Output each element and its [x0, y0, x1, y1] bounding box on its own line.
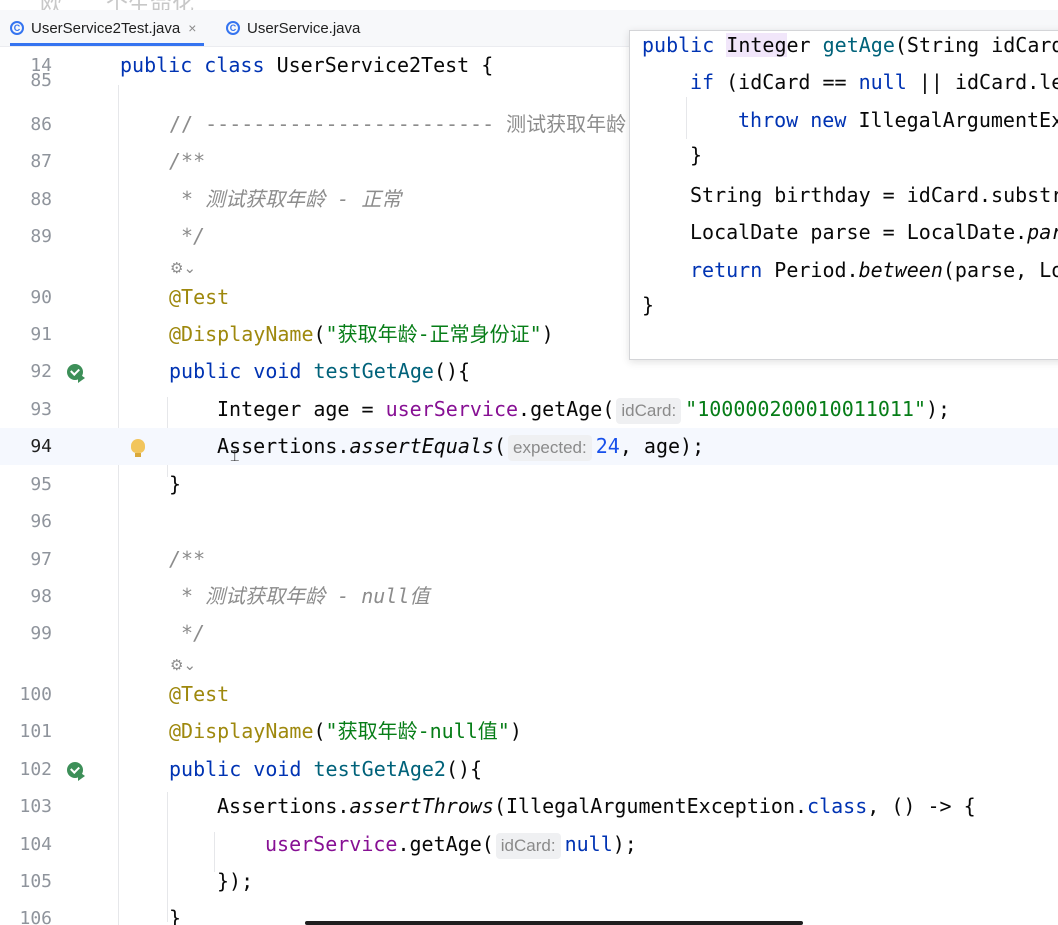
method-declaration: public void testGetAge(){ — [169, 359, 471, 383]
line-number: 92 — [30, 361, 52, 382]
top-strip-text-1: 欧 — [40, 0, 62, 10]
line-number: 89 — [30, 226, 52, 247]
run-test-icon[interactable] — [67, 762, 85, 781]
display-name-annotation: @DisplayName("获取年龄-null值") — [169, 719, 522, 743]
top-strip: 欧 个生命化 — [0, 0, 1058, 10]
run-test-icon[interactable] — [67, 364, 85, 383]
closing-brace: } — [169, 472, 182, 496]
annotation: @Test — [169, 682, 230, 706]
line-number: 93 — [30, 399, 52, 420]
quick-definition-popup[interactable]: public Integer getAge(String idCard if (… — [629, 30, 1058, 360]
tab-userservice2test[interactable]: C UserService2Test.java × — [10, 10, 205, 46]
line-number: 95 — [30, 474, 52, 495]
code-line: 101 @DisplayName("获取年龄-null值") — [0, 713, 1058, 750]
method-declaration: public void testGetAge2(){ — [169, 757, 483, 781]
popup-line: String birthday = idCard.substr — [690, 183, 1058, 207]
popup-line: } — [642, 293, 655, 317]
indent-guide — [686, 97, 687, 139]
text-cursor-icon: ⌶ — [230, 446, 240, 465]
popup-line: LocalDate parse = LocalDate.par — [690, 220, 1058, 244]
line-number: 105 — [19, 871, 52, 892]
doc-comment: /** — [169, 547, 206, 571]
line-number: 102 — [19, 759, 52, 780]
line-number: 101 — [19, 721, 52, 742]
code-line: 100 @Test — [0, 676, 1058, 713]
code-line: 105 }); — [0, 863, 1058, 900]
line-number: 103 — [19, 796, 52, 817]
java-test-class-icon: C — [10, 21, 24, 35]
lightbulb-icon[interactable] — [131, 439, 145, 457]
tab-userservice[interactable]: C UserService.java — [226, 10, 360, 46]
code-line: 93 Integer age = userService.getAge(idCa… — [0, 391, 1058, 428]
section-comment: // ------------------------ 测试获取年龄 — [169, 112, 627, 136]
line-number: 100 — [19, 684, 52, 705]
line-number: 87 — [30, 151, 52, 172]
closing-brace: }); — [217, 869, 254, 893]
parameter-hint: expected: — [508, 435, 592, 461]
popup-line: public Integer getAge(String idCard — [642, 33, 1058, 57]
popup-line: return Period.between(parse, Lo — [690, 258, 1058, 282]
statement: Assertions.assertEquals(expected: 24, age… — [217, 428, 704, 465]
line-number: 106 — [19, 908, 52, 925]
doc-comment: * 测试获取年龄 - 正常 — [181, 187, 402, 211]
top-strip-text-2: 个生命化 — [106, 0, 194, 10]
parameter-hint: idCard: — [616, 398, 682, 424]
close-icon[interactable]: × — [188, 20, 196, 36]
tab-label: UserService2Test.java — [31, 19, 181, 37]
line-number: 85 — [30, 70, 52, 90]
line-number: 86 — [30, 114, 52, 135]
display-name-annotation: @DisplayName("获取年龄-正常身份证") — [169, 322, 554, 346]
parameter-hint: idCard: — [495, 833, 561, 859]
code-line: 96 — [0, 503, 1058, 540]
line-number: 90 — [30, 287, 52, 308]
popup-line: throw new IllegalArgumentEx — [738, 108, 1058, 132]
code-line-current: 94 Assertions.assertEquals(expected: 24, … — [0, 428, 1058, 465]
popup-line: } — [690, 143, 703, 167]
line-number: 99 — [30, 623, 52, 644]
closing-brace: } — [169, 906, 182, 925]
code-line: 104 userService.getAge(idCard: null); — [0, 826, 1058, 863]
line-number: 91 — [30, 324, 52, 345]
code-line: 98 * 测试获取年龄 - null值 — [0, 578, 1058, 615]
code-line: 103 Assertions.assertThrows(IllegalArgum… — [0, 788, 1058, 825]
line-number: 98 — [30, 586, 52, 607]
statement: userService.getAge(idCard: null); — [265, 826, 637, 863]
doc-comment: * 测试获取年龄 - null值 — [181, 584, 430, 608]
statement: Assertions.assertThrows(IllegalArgumentE… — [217, 794, 976, 818]
tab-label: UserService.java — [247, 19, 361, 37]
java-class-icon: C — [226, 21, 240, 35]
line-number: 96 — [30, 511, 52, 532]
line-number: 94 — [30, 436, 52, 457]
statement: Integer age = userService.getAge(idCard:… — [217, 391, 950, 428]
code-line: 95 } — [0, 466, 1058, 503]
code-line: 97 /** — [0, 541, 1058, 578]
line-number: 88 — [30, 189, 52, 210]
line-number: 97 — [30, 549, 52, 570]
annotation: @Test — [169, 285, 230, 309]
popup-line: if (idCard == null || idCard.le — [690, 70, 1058, 94]
code-line: 99 */ — [0, 615, 1058, 652]
doc-comment: /** — [169, 149, 206, 173]
code-line: 102 public void testGetAge2(){ — [0, 751, 1058, 788]
horizontal-scrollbar[interactable] — [305, 921, 803, 925]
line-number: 104 — [19, 834, 52, 855]
